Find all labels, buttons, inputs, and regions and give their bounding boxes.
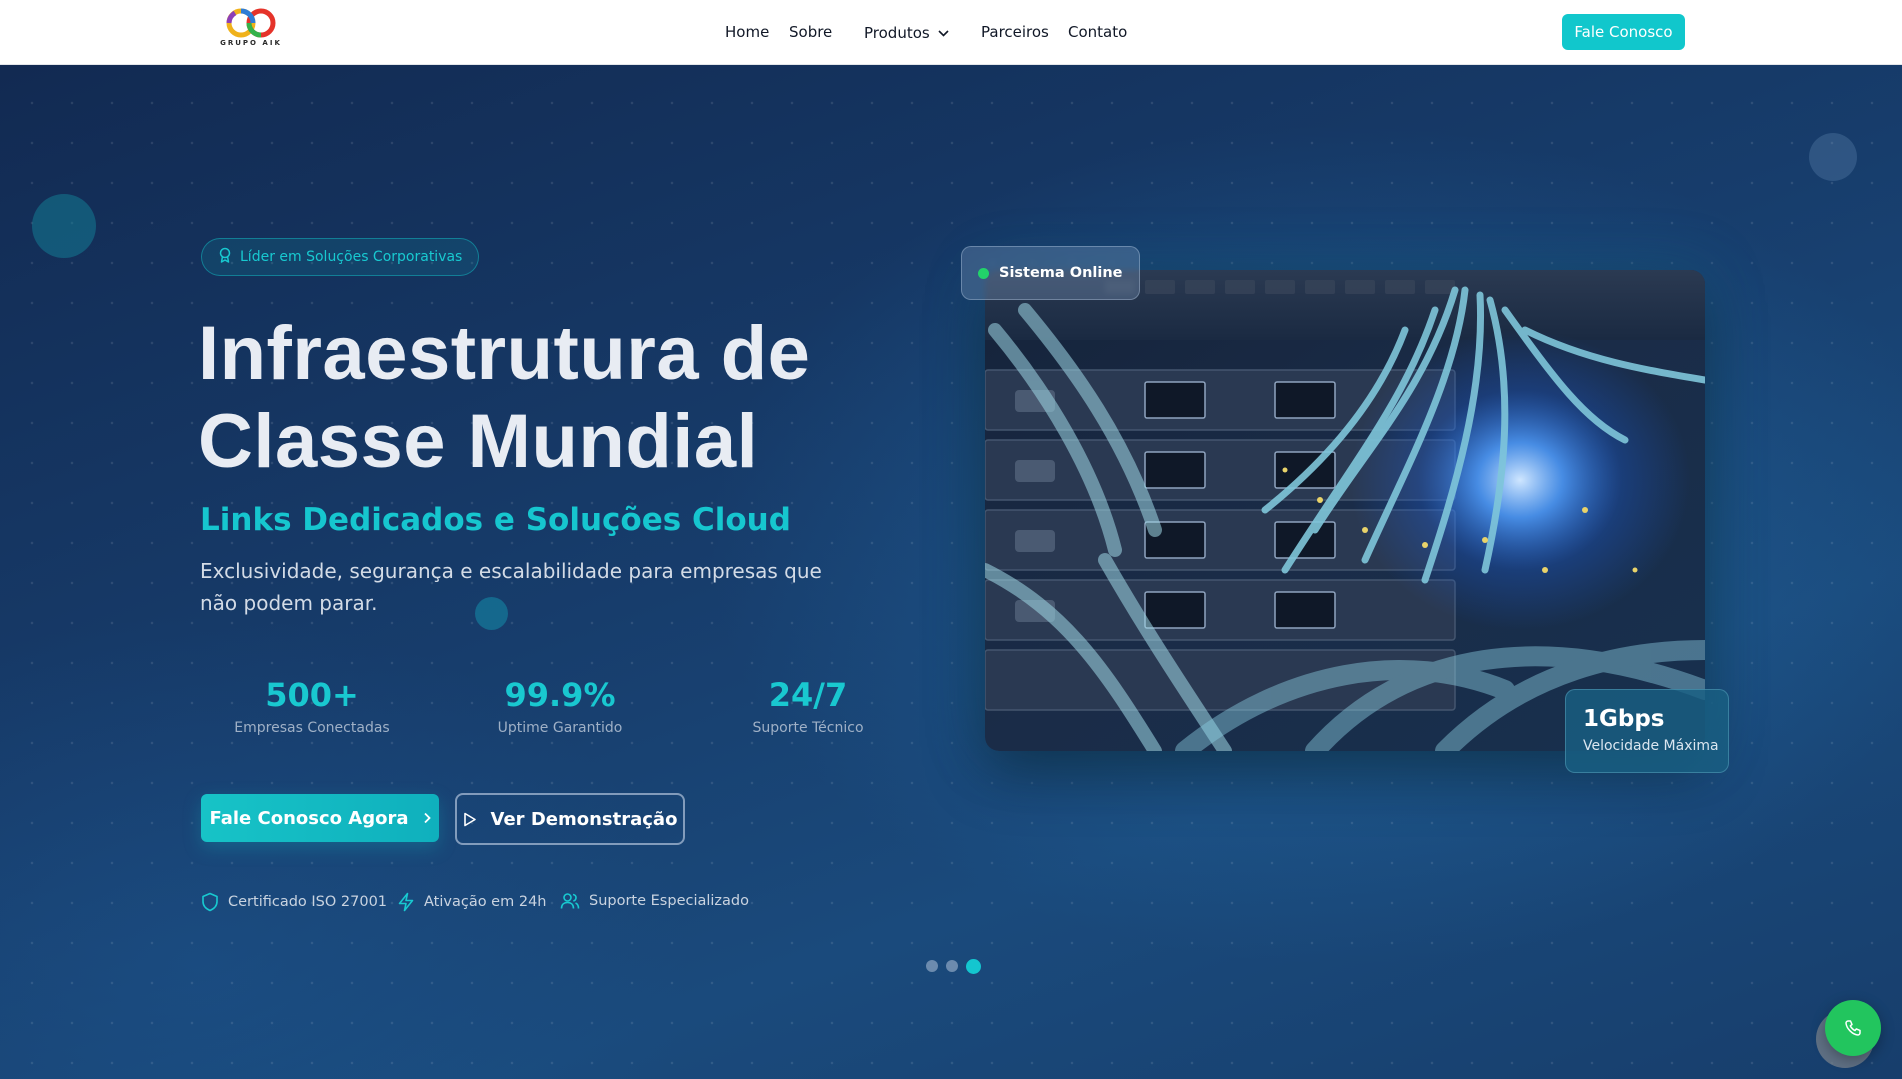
award-icon <box>218 247 232 268</box>
ver-demonstracao-button[interactable]: Ver Demonstração <box>455 793 685 845</box>
hero-subtitle: Links Dedicados e Soluções Cloud <box>200 502 791 538</box>
nav-sobre[interactable]: Sobre <box>789 23 832 41</box>
stat-support: 24/7 Suporte Técnico <box>688 676 928 736</box>
chevron-right-icon <box>423 812 431 824</box>
nav-produtos[interactable]: Produtos <box>864 23 949 42</box>
stat-uptime: 99.9% Uptime Garantido <box>440 676 680 736</box>
primary-button-label: Fale Conosco Agora <box>209 807 409 829</box>
carousel-dot-2[interactable] <box>946 960 958 972</box>
speed-badge: 1Gbps Velocidade Máxima <box>1565 689 1729 773</box>
nav-home[interactable]: Home <box>725 23 769 41</box>
fale-conosco-nav-button[interactable]: Fale Conosco <box>1562 14 1685 50</box>
feature-activation: Ativação em 24h <box>397 892 546 912</box>
feature-iso: Certificado ISO 27001 <box>201 892 387 912</box>
chevron-down-icon <box>938 23 949 41</box>
online-status-label: Sistema Online <box>999 265 1123 281</box>
decorative-orb <box>1809 133 1857 181</box>
carousel-dot-3-active[interactable] <box>966 958 981 974</box>
system-online-badge: Sistema Online <box>961 246 1140 300</box>
phone-icon <box>1845 1020 1861 1036</box>
shield-icon <box>202 892 218 912</box>
lightning-icon <box>398 892 414 912</box>
whatsapp-call-button[interactable] <box>1825 1000 1881 1056</box>
stat-companies: 500+ Empresas Conectadas <box>192 676 432 736</box>
users-icon <box>560 893 580 909</box>
feature-label: Certificado ISO 27001 <box>228 894 388 910</box>
server-rack-illustration <box>985 270 1705 751</box>
nav-produtos-label: Produtos <box>864 24 930 42</box>
leader-badge: Líder em Soluções Corporativas <box>201 238 480 276</box>
carousel-dot-1[interactable] <box>926 960 938 972</box>
online-status-dot <box>978 267 989 279</box>
stat-label: Uptime Garantido <box>497 720 623 736</box>
hero-title-line2: Classe Mundial <box>198 399 759 484</box>
carousel-indicators <box>926 958 981 974</box>
feature-label: Suporte Especializado <box>589 893 750 909</box>
play-icon <box>463 812 476 826</box>
nav-parceiros[interactable]: Parceiros <box>981 23 1049 41</box>
hero-image-server-rack <box>985 270 1705 751</box>
speed-value: 1Gbps <box>1583 706 1665 732</box>
decorative-orb <box>32 194 96 258</box>
badge-label: Líder em Soluções Corporativas <box>240 249 463 265</box>
stat-label: Suporte Técnico <box>752 720 864 736</box>
secondary-button-label: Ver Demonstração <box>490 808 678 830</box>
feature-label: Ativação em 24h <box>424 894 547 910</box>
navbar: GRUPO AIK Home Sobre Produtos Parceiros … <box>0 0 1902 65</box>
stat-value: 24/7 <box>768 676 848 714</box>
hero-description: Exclusividade, segurança e escalabilidad… <box>200 559 822 615</box>
fale-conosco-agora-button[interactable]: Fale Conosco Agora <box>201 794 439 842</box>
stat-value: 99.9% <box>504 676 616 714</box>
nav-contato[interactable]: Contato <box>1068 23 1127 41</box>
speed-label: Velocidade Máxima <box>1583 738 1719 754</box>
hero-title-line1: Infraestrutura de <box>198 311 811 396</box>
stat-value: 500+ <box>265 676 359 714</box>
hero-title: Infraestrutura de Classe Mundial <box>198 310 810 486</box>
stat-label: Empresas Conectadas <box>234 720 390 736</box>
feature-support: Suporte Especializado <box>560 892 749 910</box>
